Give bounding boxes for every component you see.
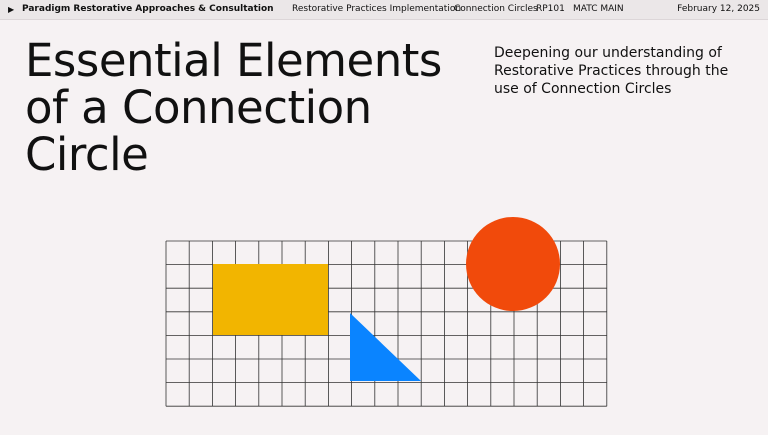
geometric-illustration: [165, 217, 608, 407]
yellow-rectangle: [213, 264, 328, 335]
orange-circle: [466, 217, 560, 311]
blue-triangle: [350, 313, 421, 381]
